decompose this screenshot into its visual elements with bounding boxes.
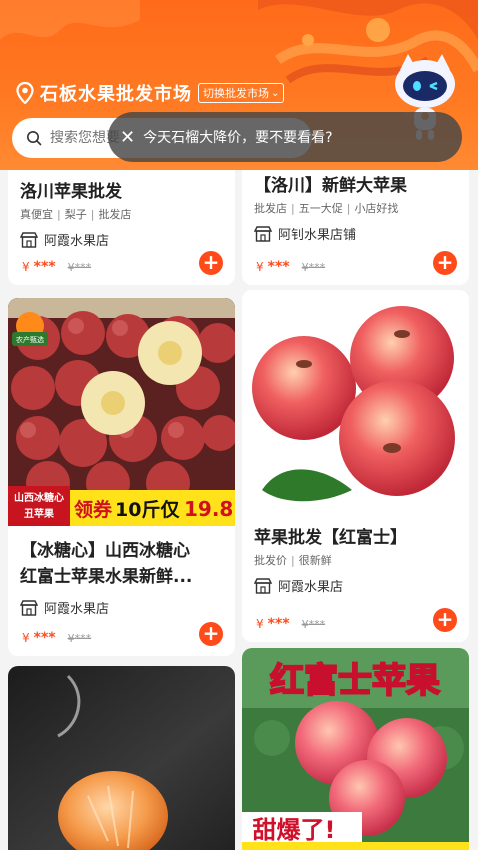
tag: 梨子 [64, 208, 87, 221]
orig-currency: ¥ [67, 261, 75, 274]
product-title-line2: 红富士苹果水果新鲜... [20, 567, 193, 587]
promo-toast[interactable]: ✕ 今天石榴大降价，要不要看看? [108, 112, 462, 162]
price: *** [33, 259, 56, 275]
store-name: 阿霞水果店 [44, 234, 110, 249]
product-card[interactable]: 洛川苹果批发 真便宜 | 梨子 | 批发店 阿霞水果店 ¥ *** ¥*** + [8, 170, 235, 285]
store-link[interactable]: 阿霞水果店 [20, 598, 225, 617]
close-icon[interactable]: ✕ [120, 127, 135, 148]
product-title: 【洛川】新鲜大苹果 [254, 176, 407, 196]
product-tags: 真便宜 | 梨子 | 批发店 [20, 208, 132, 221]
tag: 批发店 [98, 208, 132, 221]
orig-currency: ¥ [301, 261, 309, 274]
orig-value: *** [308, 618, 326, 631]
store-name: 阿霞水果店 [278, 580, 344, 595]
orig-currency: ¥ [67, 632, 75, 645]
original-price: ¥*** [68, 632, 92, 645]
promo-coupon-text: 领券 [74, 498, 113, 521]
chevron-down-icon: ⌄ [271, 87, 280, 99]
apples-box-image: 农产甄选 山西冰糖心 丑苹果 领券 10斤仅 19.8 [8, 298, 235, 526]
variety-badge-text-2: 丑苹果 [24, 507, 55, 520]
product-title: 【冰糖心】山西冰糖心 红富士苹果水果新鲜... [20, 538, 225, 590]
fuji-poster-image: 红富士苹果 甜爆了! [242, 648, 469, 850]
store-link[interactable]: 阿霞水果店 [20, 230, 225, 249]
price-row: ¥ *** ¥*** [22, 259, 91, 275]
tag: 小店好找 [354, 202, 399, 215]
price-row: ¥ *** ¥*** [256, 616, 325, 632]
location-selector[interactable]: 石板水果批发市场 切换批发市场 ⌄ [16, 80, 285, 106]
add-to-cart-button[interactable]: + [199, 251, 223, 275]
store-icon [254, 225, 272, 242]
original-price: ¥*** [302, 618, 326, 631]
product-card[interactable]: 苹果批发【红富士】 批发价 | 很新鲜 阿霞水果店 ¥ *** ¥*** + [242, 290, 469, 642]
add-to-cart-button[interactable]: + [433, 608, 457, 632]
orig-value: *** [308, 261, 326, 274]
product-card[interactable]: 农产甄选 山西冰糖心 丑苹果 领券 10斤仅 19.8 【冰糖心】山西冰糖心 红… [8, 298, 235, 656]
brand-badge-text: 农产甄选 [16, 335, 44, 344]
store-icon [20, 599, 38, 616]
orig-value: *** [74, 632, 92, 645]
price: *** [267, 616, 290, 632]
original-price: ¥*** [302, 261, 326, 274]
store-icon [20, 231, 38, 248]
orig-value: *** [74, 261, 92, 274]
store-name: 阿钊水果店铺 [278, 228, 357, 243]
product-tags: 批发价 | 很新鲜 [254, 554, 332, 567]
product-card[interactable]: 红富士苹果 甜爆了! [242, 648, 469, 850]
product-title-line1: 【冰糖心】山西冰糖心 [20, 541, 190, 561]
store-link[interactable]: 阿霞水果店 [254, 576, 459, 595]
tag: 真便宜 [20, 208, 53, 221]
product-image[interactable]: 农产甄选 山西冰糖心 丑苹果 领券 10斤仅 19.8 [8, 298, 235, 526]
product-tags: 批发店 | 五一大促 | 小店好找 [254, 202, 399, 215]
promo-weight-text: 10斤仅 [115, 499, 180, 521]
store-link[interactable]: 阿钊水果店铺 [254, 224, 459, 243]
product-title: 洛川苹果批发 [20, 182, 122, 202]
switch-market-button[interactable]: 切换批发市场 ⌄ [198, 83, 285, 103]
price-row: ¥ *** ¥*** [22, 630, 91, 646]
add-to-cart-button[interactable]: + [199, 622, 223, 646]
currency-symbol: ¥ [256, 260, 264, 274]
promo-price-text: 19.8 [184, 497, 233, 521]
price-row: ¥ *** ¥*** [256, 259, 325, 275]
location-pin-icon [16, 82, 34, 104]
original-price: ¥*** [68, 261, 92, 274]
add-to-cart-button[interactable]: + [433, 251, 457, 275]
poster-title: 红富士苹果 [270, 661, 440, 701]
price: *** [33, 630, 56, 646]
tag: 批发价 [254, 554, 287, 567]
product-title: 苹果批发【红富士】 [254, 528, 407, 548]
currency-symbol: ¥ [22, 260, 30, 274]
product-image[interactable]: 红富士苹果 甜爆了! [242, 648, 469, 850]
product-image[interactable] [8, 666, 235, 850]
cloud-pattern-icon [0, 0, 140, 40]
tag: 很新鲜 [298, 554, 332, 567]
market-name: 石板水果批发市场 [40, 84, 192, 105]
currency-symbol: ¥ [22, 631, 30, 645]
poster-tagline: 甜爆了! [253, 816, 336, 844]
search-icon [27, 131, 42, 146]
tag: 批发店 [254, 202, 287, 215]
product-image[interactable] [242, 290, 469, 518]
product-card[interactable] [8, 666, 235, 850]
product-card[interactable]: 【洛川】新鲜大苹果 批发店 | 五一大促 | 小店好找 阿钊水果店铺 ¥ *** ¥**… [242, 170, 469, 285]
red-apples-image [252, 306, 455, 502]
toast-message: 今天石榴大降价，要不要看看? [143, 130, 333, 146]
tag: 五一大促 [298, 202, 343, 215]
switch-market-label: 切换批发市场 [203, 87, 269, 100]
price: *** [267, 259, 290, 275]
variety-badge-text: 山西冰糖心 [14, 491, 64, 504]
store-icon [254, 577, 272, 594]
currency-symbol: ¥ [256, 617, 264, 631]
store-name: 阿霞水果店 [44, 602, 110, 617]
orange-fruit-image [8, 666, 235, 850]
orig-currency: ¥ [301, 618, 309, 631]
